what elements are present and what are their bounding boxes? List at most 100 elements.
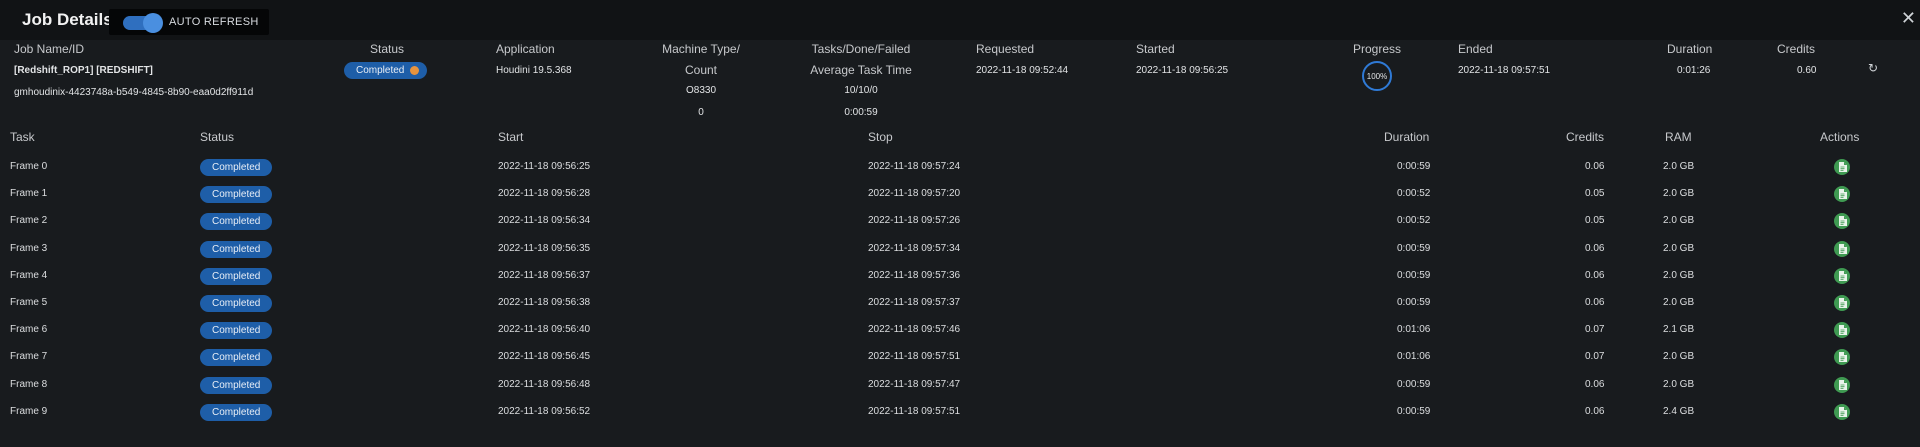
task-name: Frame 1	[10, 188, 48, 199]
toggle-switch[interactable]	[123, 13, 163, 33]
task-ram: 2.1 GB	[1663, 324, 1695, 335]
task-credits: 0.05	[1585, 215, 1605, 226]
task-credits: 0.06	[1585, 270, 1605, 281]
task-name: Frame 9	[10, 406, 48, 417]
document-icon[interactable]	[1834, 241, 1850, 257]
close-icon[interactable]: ✕	[1901, 8, 1916, 29]
col-machine-count: Count	[684, 63, 718, 77]
task-ram: 2.0 GB	[1663, 188, 1695, 199]
task-ram: 2.0 GB	[1663, 351, 1695, 362]
col-ended: Ended	[1458, 42, 1493, 56]
task-credits: 0.07	[1585, 351, 1605, 362]
page-title: Job Details	[22, 10, 113, 29]
task-start: 2022-11-18 09:56:38	[498, 297, 591, 308]
task-ram: 2.0 GB	[1663, 215, 1695, 226]
task-name: Frame 7	[10, 351, 48, 362]
col-stop: Stop	[868, 130, 893, 144]
task-credits: 0.05	[1585, 188, 1605, 199]
task-name: Frame 5	[10, 297, 48, 308]
job-requested: 2022-11-18 09:52:44	[976, 65, 1069, 76]
auto-refresh-toggle[interactable]: AUTO REFRESH	[109, 9, 269, 35]
task-duration: 0:00:59	[1397, 406, 1431, 417]
col-job-status: Status	[369, 42, 405, 56]
document-icon[interactable]	[1834, 377, 1850, 393]
task-stop: 2022-11-18 09:57:47	[868, 379, 961, 390]
job-started: 2022-11-18 09:56:25	[1136, 65, 1229, 76]
title-bar	[0, 0, 1920, 40]
col-actions: Actions	[1820, 130, 1860, 144]
col-task: Task	[10, 130, 35, 144]
job-machine-count: 0	[698, 107, 704, 118]
task-status-badge: Completed	[200, 295, 273, 312]
job-status-badge: Completed	[344, 62, 428, 79]
document-icon[interactable]	[1834, 404, 1850, 420]
task-duration: 0:00:52	[1397, 215, 1431, 226]
task-stop: 2022-11-18 09:57:26	[868, 215, 961, 226]
task-start: 2022-11-18 09:56:28	[498, 188, 591, 199]
refresh-icon[interactable]: ↻	[1868, 61, 1878, 75]
task-duration: 0:00:59	[1397, 270, 1431, 281]
task-stop: 2022-11-18 09:57:37	[868, 297, 961, 308]
task-duration: 0:00:52	[1397, 188, 1431, 199]
job-duration: 0:01:26	[1677, 65, 1711, 76]
col-machine-type: Machine Type/	[662, 42, 740, 56]
task-name: Frame 4	[10, 270, 48, 281]
task-credits: 0.06	[1585, 406, 1605, 417]
task-ram: 2.0 GB	[1663, 270, 1695, 281]
task-status-badge: Completed	[200, 186, 273, 203]
task-name: Frame 3	[10, 243, 48, 254]
task-status-badge: Completed	[200, 349, 273, 366]
task-start: 2022-11-18 09:56:37	[498, 270, 591, 281]
task-credits: 0.06	[1585, 243, 1605, 254]
col-requested: Requested	[976, 42, 1035, 56]
task-credits: 0.07	[1585, 324, 1605, 335]
col-task-credits: Credits	[1566, 130, 1605, 144]
task-status-badge: Completed	[200, 377, 273, 394]
col-tasks: Tasks/Done/Failed	[811, 42, 911, 56]
job-avg-task-time: 0:00:59	[844, 107, 878, 118]
col-started: Started	[1136, 42, 1175, 56]
job-tasks: 10/10/0	[844, 85, 878, 96]
job-status-label: Completed	[356, 65, 405, 76]
task-start: 2022-11-18 09:56:34	[498, 215, 591, 226]
document-icon[interactable]	[1834, 213, 1850, 229]
task-status-badge: Completed	[200, 404, 273, 421]
document-icon[interactable]	[1834, 186, 1850, 202]
task-credits: 0.06	[1585, 297, 1605, 308]
progress-value: 100%	[1366, 71, 1388, 81]
job-credits: 0.60	[1797, 65, 1817, 76]
task-ram: 2.0 GB	[1663, 161, 1695, 172]
task-name: Frame 2	[10, 215, 48, 226]
task-status-badge: Completed	[200, 268, 273, 285]
col-job-duration: Duration	[1667, 42, 1713, 56]
task-duration: 0:00:59	[1397, 297, 1431, 308]
task-duration: 0:01:06	[1397, 351, 1431, 362]
document-icon[interactable]	[1834, 295, 1850, 311]
job-machine-type: O8330	[685, 85, 717, 96]
task-stop: 2022-11-18 09:57:36	[868, 270, 961, 281]
document-icon[interactable]	[1834, 159, 1850, 175]
col-progress: Progress	[1352, 42, 1402, 56]
auto-refresh-label: AUTO REFRESH	[169, 16, 259, 28]
task-start: 2022-11-18 09:56:35	[498, 243, 591, 254]
task-start: 2022-11-18 09:56:45	[498, 351, 591, 362]
task-duration: 0:00:59	[1397, 379, 1431, 390]
task-credits: 0.06	[1585, 379, 1605, 390]
task-stop: 2022-11-18 09:57:24	[868, 161, 961, 172]
task-ram: 2.0 GB	[1663, 379, 1695, 390]
col-job-credits: Credits	[1777, 42, 1816, 56]
document-icon[interactable]	[1834, 349, 1850, 365]
document-icon[interactable]	[1834, 322, 1850, 338]
document-icon[interactable]	[1834, 268, 1850, 284]
task-stop: 2022-11-18 09:57:34	[868, 243, 961, 254]
task-credits: 0.06	[1585, 161, 1605, 172]
task-start: 2022-11-18 09:56:25	[498, 161, 591, 172]
col-task-status: Status	[200, 130, 235, 144]
task-stop: 2022-11-18 09:57:46	[868, 324, 961, 335]
col-ram: RAM	[1665, 130, 1692, 144]
task-status-badge: Completed	[200, 213, 273, 230]
job-ended: 2022-11-18 09:57:51	[1458, 65, 1551, 76]
col-task-duration: Duration	[1384, 130, 1430, 144]
task-stop: 2022-11-18 09:57:51	[868, 351, 961, 362]
task-ram: 2.0 GB	[1663, 297, 1695, 308]
